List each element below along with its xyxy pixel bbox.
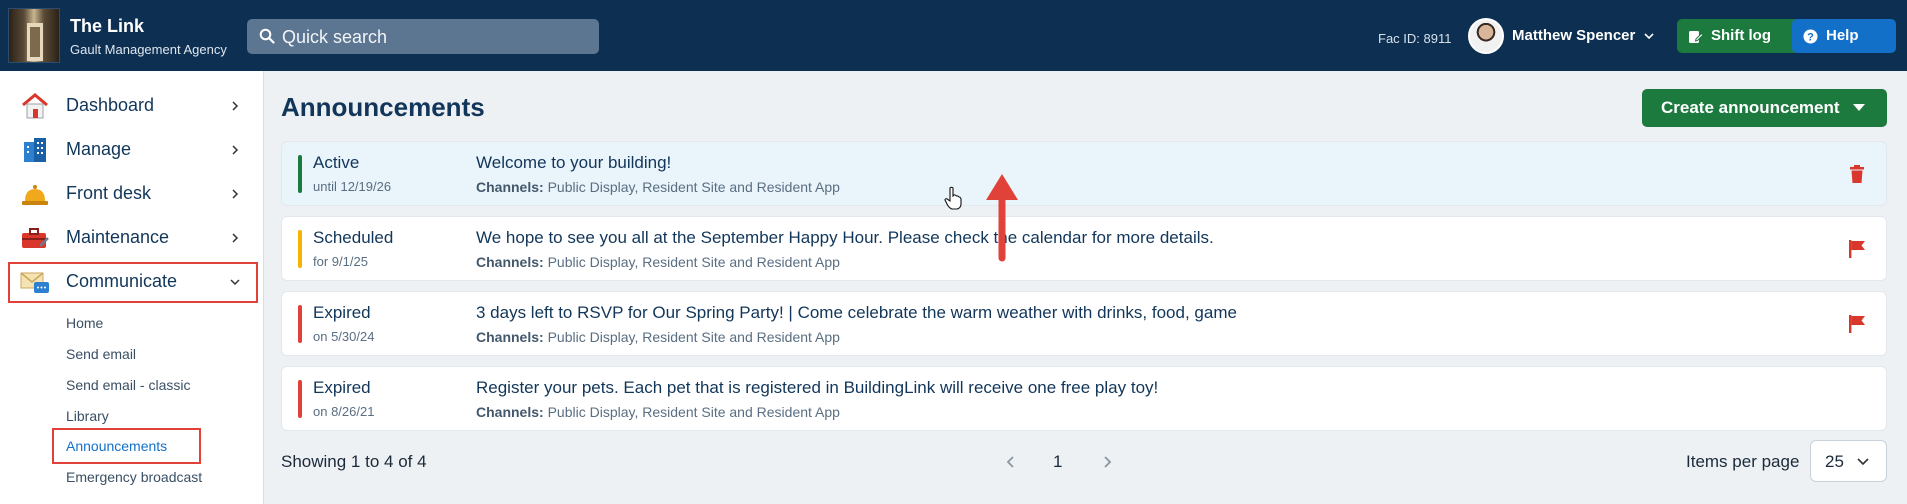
sidebar-item-front-desk[interactable]: Front desk [0, 174, 264, 214]
channels-label: Channels: [476, 329, 544, 345]
subnav-item-emergency-broadcast[interactable]: Emergency broadcast [66, 469, 202, 485]
building-icon [24, 138, 46, 162]
chevron-left-icon[interactable] [1004, 455, 1018, 469]
user-avatar[interactable] [1468, 18, 1504, 54]
sidebar-item-label: Front desk [66, 183, 152, 203]
announcement-channels: Channels: Public Display, Resident Site … [476, 254, 840, 270]
svg-text:?: ? [1807, 32, 1814, 44]
chevron-down-icon [1857, 458, 1869, 466]
create-announcement-label: Create announcement [1661, 98, 1840, 117]
announcement-title[interactable]: Welcome to your building! [476, 153, 671, 173]
announcement-status: Expired [313, 378, 371, 397]
status-indicator-bar [298, 380, 302, 418]
items-per-page-select[interactable]: 25 [1810, 440, 1887, 482]
status-indicator-bar [298, 155, 302, 193]
annotation-arrow [986, 174, 1018, 262]
announcement-date: until 12/19/26 [313, 179, 392, 194]
announcement-channels: Channels: Public Display, Resident Site … [476, 329, 840, 345]
house-icon [22, 93, 48, 119]
building-logo[interactable] [8, 8, 60, 63]
app-subtitle: Gault Management Agency [70, 42, 227, 57]
shift-log-label: Shift log [1711, 27, 1771, 44]
search-icon [259, 28, 275, 44]
chevron-right-icon [232, 145, 239, 155]
hand-pointer-icon [944, 186, 962, 210]
create-announcement-button[interactable]: Create announcement [1642, 89, 1887, 127]
announcement-status: Expired [313, 303, 371, 322]
search-placeholder: Quick search [282, 27, 388, 47]
sidebar-item-label: Manage [66, 139, 132, 159]
chevron-down-icon[interactable] [1643, 30, 1655, 42]
announcement-status: Scheduled [313, 228, 394, 247]
highlight-box-announcements [52, 428, 201, 464]
top-navbar: The Link Gault Management Agency Quick s… [0, 0, 1907, 71]
channels-value: Public Display, Resident Site and Reside… [547, 254, 840, 270]
announcement-date: on 8/26/21 [313, 404, 375, 419]
question-circle-icon: ? [1803, 29, 1818, 44]
page-title: Announcements [281, 92, 485, 122]
items-per-page-value: 25 [1825, 452, 1844, 471]
announcement-date: for 9/1/25 [313, 254, 368, 269]
subnav-item-library[interactable]: Library [66, 408, 109, 424]
flag-icon[interactable] [1847, 314, 1867, 334]
chevron-right-icon [232, 233, 239, 243]
announcement-status: Active [313, 153, 360, 172]
channels-label: Channels: [476, 254, 544, 270]
announcement-row[interactable]: Scheduled for 9/1/25 We hope to see you … [281, 216, 1887, 281]
page-number[interactable]: 1 [1053, 452, 1062, 472]
sidebar-item-label: Dashboard [66, 95, 155, 115]
channels-label: Channels: [476, 404, 544, 420]
sidebar-item-dashboard[interactable]: Dashboard [0, 86, 264, 126]
announcement-row[interactable]: Expired on 5/30/24 3 days left to RSVP f… [281, 291, 1887, 356]
door-graphic [27, 23, 43, 61]
announcement-date: on 5/30/24 [313, 329, 375, 344]
trash-icon[interactable] [1847, 164, 1867, 184]
chevron-right-icon[interactable] [1100, 455, 1114, 469]
user-name[interactable]: Matthew Spencer [1512, 27, 1635, 44]
quick-search-input[interactable]: Quick search [247, 19, 599, 54]
announcement-title[interactable]: 3 days left to RSVP for Our Spring Party… [476, 303, 1237, 323]
sidebar-item-label: Maintenance [66, 227, 170, 247]
subnav-item-send-email[interactable]: Send email [66, 346, 136, 362]
facility-id: Fac ID: 8911 [1378, 31, 1452, 46]
channels-value: Public Display, Resident Site and Reside… [547, 179, 840, 195]
flag-icon[interactable] [1847, 239, 1867, 259]
status-indicator-bar [298, 305, 302, 343]
channels-value: Public Display, Resident Site and Reside… [547, 329, 840, 345]
announcement-channels: Channels: Public Display, Resident Site … [476, 179, 840, 195]
items-per-page-label: Items per page [1686, 452, 1800, 471]
announcement-title[interactable]: Register your pets. Each pet that is reg… [476, 378, 1158, 398]
help-label: Help [1826, 27, 1859, 44]
help-button[interactable]: ? Help [1792, 19, 1896, 53]
subnav-item-send-email-classic[interactable]: Send email - classic [66, 377, 191, 393]
pagination-summary: Showing 1 to 4 of 4 [281, 452, 427, 471]
channels-value: Public Display, Resident Site and Reside… [547, 404, 840, 420]
announcement-row[interactable]: Expired on 8/26/21 Register your pets. E… [281, 366, 1887, 431]
sidebar-item-maintenance[interactable]: Maintenance [0, 218, 264, 258]
bell-icon [22, 185, 48, 205]
announcement-channels: Channels: Public Display, Resident Site … [476, 404, 840, 420]
announcement-row[interactable]: Active until 12/19/26 Welcome to your bu… [281, 141, 1887, 206]
sidebar-item-manage[interactable]: Manage [0, 130, 264, 170]
chevron-right-icon [232, 189, 239, 199]
announcement-title[interactable]: We hope to see you all at the September … [476, 228, 1214, 248]
app-title[interactable]: The Link [70, 16, 144, 37]
chevron-right-icon [232, 101, 239, 111]
status-indicator-bar [298, 230, 302, 268]
pencil-note-icon [1689, 31, 1703, 43]
caret-down-icon[interactable] [1853, 104, 1865, 112]
toolbox-icon [22, 228, 49, 248]
channels-label: Channels: [476, 179, 544, 195]
highlight-box-communicate [8, 262, 258, 303]
subnav-item-home[interactable]: Home [66, 315, 103, 331]
shift-log-button[interactable]: Shift log [1677, 19, 1799, 53]
